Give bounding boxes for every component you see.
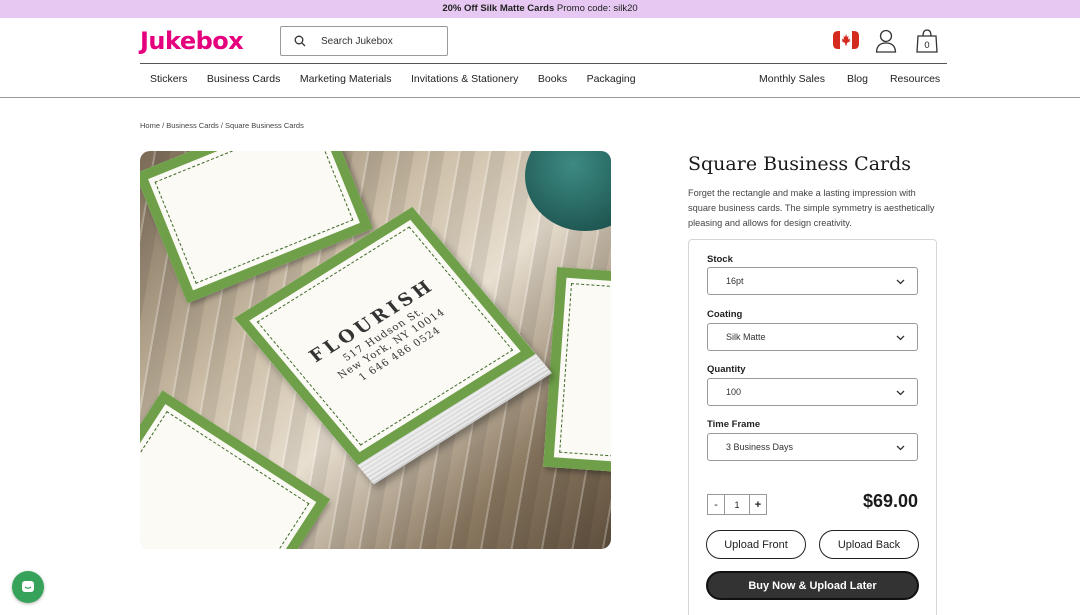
card-brand: FLOURISH: [305, 275, 440, 367]
nav-item-stickers[interactable]: Stickers: [150, 73, 187, 85]
chevron-down-icon: [896, 279, 905, 285]
promo-highlight: 20% Off Silk Matte Cards: [442, 3, 555, 14]
nav-item-blog[interactable]: Blog: [847, 73, 868, 85]
stock-value: 16pt: [726, 276, 744, 286]
nav-item-monthly-sales[interactable]: Monthly Sales: [759, 73, 825, 85]
background-card-bottom-left: [140, 390, 331, 549]
upload-back-button[interactable]: Upload Back: [819, 530, 919, 559]
secondary-nav: Monthly Sales Blog Resources: [759, 73, 962, 85]
coating-label: Coating: [707, 309, 743, 320]
upload-front-button[interactable]: Upload Front: [706, 530, 806, 559]
coating-select[interactable]: Silk Matte: [707, 323, 918, 351]
nav-item-books[interactable]: Books: [538, 73, 567, 85]
nav-item-invitations[interactable]: Invitations & Stationery: [411, 73, 518, 85]
search-icon: [292, 33, 308, 49]
breadcrumb[interactable]: Home / Business Cards / Square Business …: [140, 121, 304, 130]
card-text: FLOURISH 517 Hudson St. New York, NY 100…: [305, 275, 465, 397]
nav-divider: [0, 97, 1080, 98]
user-icon[interactable]: [875, 29, 897, 53]
quantity-select[interactable]: 100: [707, 378, 918, 406]
quantity-decrement-button[interactable]: -: [708, 495, 725, 514]
chevron-down-icon: [896, 445, 905, 451]
nav-item-business-cards[interactable]: Business Cards: [207, 73, 281, 85]
time-frame-label: Time Frame: [707, 419, 761, 430]
nav-item-resources[interactable]: Resources: [890, 73, 940, 85]
card-city: New York, NY 10014: [335, 307, 448, 382]
chat-icon[interactable]: [12, 571, 44, 603]
svg-text:0: 0: [924, 41, 930, 51]
quantity-increment-button[interactable]: +: [749, 495, 766, 514]
background-card-right: [543, 267, 611, 475]
header-divider: [140, 63, 947, 64]
time-frame-select[interactable]: 3 Business Days: [707, 433, 918, 461]
promo-code-text: Promo code: silk20: [554, 3, 638, 14]
stock-label: Stock: [707, 254, 733, 265]
product-price: $69.00: [862, 491, 918, 511]
quantity-input[interactable]: 1: [725, 495, 749, 514]
shopping-bag-icon[interactable]: 0: [915, 28, 939, 53]
main-nav: Stickers Business Cards Marketing Materi…: [150, 73, 655, 85]
nav-item-packaging[interactable]: Packaging: [587, 73, 636, 85]
product-title: Square Business Cards: [688, 153, 912, 175]
quantity-label: Quantity: [707, 364, 746, 375]
product-image[interactable]: FLOURISH 517 Hudson St. New York, NY 100…: [140, 151, 611, 549]
nav-item-marketing-materials[interactable]: Marketing Materials: [300, 73, 392, 85]
chevron-down-icon: [896, 335, 905, 341]
card-address: 517 Hudson St.: [340, 305, 427, 364]
search-box[interactable]: Search Jukebox: [280, 26, 448, 56]
quantity-value: 100: [726, 387, 742, 397]
chevron-down-icon: [896, 390, 905, 396]
canada-flag-icon[interactable]: [833, 31, 859, 49]
coating-value: Silk Matte: [726, 332, 766, 342]
stock-select[interactable]: 16pt: [707, 267, 918, 295]
search-placeholder: Search Jukebox: [321, 35, 393, 47]
buy-now-button[interactable]: Buy Now & Upload Later: [706, 571, 919, 600]
quantity-stepper: - 1 +: [707, 494, 767, 515]
logo[interactable]: Jukebox: [140, 27, 244, 55]
decorative-plate: [525, 151, 611, 231]
time-frame-value: 3 Business Days: [726, 442, 794, 452]
card-phone: 1 646 486 0524: [356, 324, 444, 383]
product-description: Forget the rectangle and make a lasting …: [688, 188, 935, 228]
promo-banner[interactable]: 20% Off Silk Matte Cards Promo code: sil…: [0, 0, 1080, 18]
